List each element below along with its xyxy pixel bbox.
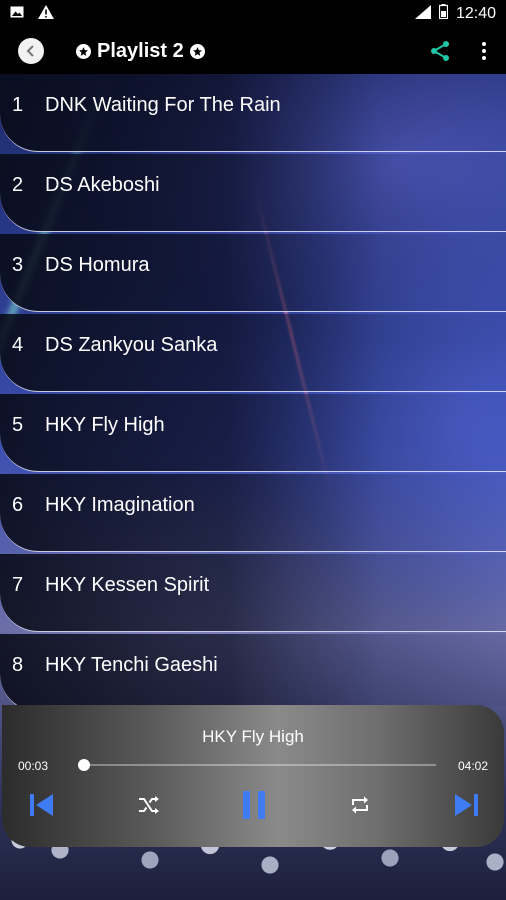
track-row[interactable]: 7 HKY Kessen Spirit: [0, 554, 506, 632]
status-time: 12:40: [455, 5, 496, 22]
track-row[interactable]: 5 HKY Fly High: [0, 394, 506, 472]
app-bar: Playlist 2: [0, 28, 506, 74]
star-badge-icon: [189, 43, 205, 59]
battery-icon: [438, 4, 449, 24]
track-row[interactable]: 2 DS Akeboshi: [0, 154, 506, 232]
seek-thumb[interactable]: [78, 759, 91, 771]
track-title: HKY Kessen Spirit: [45, 574, 210, 596]
track-title: HKY Tenchi Gaeshi: [45, 654, 218, 676]
track-number: 2: [12, 174, 24, 196]
track-number: 3: [12, 254, 24, 276]
share-icon: [431, 41, 449, 61]
previous-button[interactable]: [28, 791, 56, 819]
total-time: 04:02: [458, 759, 489, 773]
track-title: HKY Imagination: [45, 494, 195, 516]
track-number: 6: [12, 494, 24, 516]
warning-icon: [38, 4, 54, 24]
track-row[interactable]: 3 DS Homura: [0, 234, 506, 312]
more-vert-icon: [482, 42, 486, 46]
track-number: 7: [12, 574, 24, 596]
skip-previous-icon: [30, 794, 53, 816]
track-row[interactable]: 4 DS Zankyou Sanka: [0, 314, 506, 392]
share-button[interactable]: [428, 39, 452, 63]
track-number: 1: [12, 94, 24, 116]
wifi-icon: [414, 4, 431, 24]
track-number: 8: [12, 654, 24, 676]
repeat-icon: [352, 796, 368, 814]
next-button[interactable]: [452, 791, 480, 819]
track-title: DS Homura: [45, 254, 150, 276]
track-title: DS Akeboshi: [45, 174, 160, 196]
pause-button[interactable]: [240, 791, 268, 819]
now-playing-title: HKY Fly High: [202, 727, 304, 746]
repeat-button[interactable]: [348, 791, 372, 819]
mini-player: HKY Fly High 00:03 04:02: [2, 705, 504, 847]
track-list: 1 DNK Waiting For The Rain 2 DS Akeboshi…: [0, 74, 506, 706]
more-options-button[interactable]: [476, 39, 492, 63]
track-title: DS Zankyou Sanka: [45, 334, 218, 356]
track-row[interactable]: 8 HKY Tenchi Gaeshi: [0, 634, 506, 706]
track-title: HKY Fly High: [45, 414, 165, 436]
image-icon: [10, 5, 24, 23]
skip-next-icon: [455, 794, 478, 816]
page-title: Playlist 2: [97, 39, 184, 62]
status-bar: 12:40: [0, 0, 506, 28]
back-button[interactable]: [18, 38, 44, 64]
shuffle-button[interactable]: [136, 791, 162, 819]
back-icon: [26, 45, 34, 57]
track-number: 4: [12, 334, 24, 356]
track-row[interactable]: 6 HKY Imagination: [0, 474, 506, 552]
playlist-title-group: Playlist 2: [76, 38, 205, 64]
track-row[interactable]: 1 DNK Waiting For The Rain: [0, 74, 506, 152]
star-badge-icon: [76, 43, 91, 59]
seek-bar[interactable]: [78, 759, 436, 771]
pause-icon: [243, 791, 265, 819]
shuffle-icon: [139, 796, 159, 814]
track-title: DNK Waiting For The Rain: [45, 94, 281, 116]
track-number: 5: [12, 414, 24, 436]
current-time: 00:03: [18, 759, 49, 773]
